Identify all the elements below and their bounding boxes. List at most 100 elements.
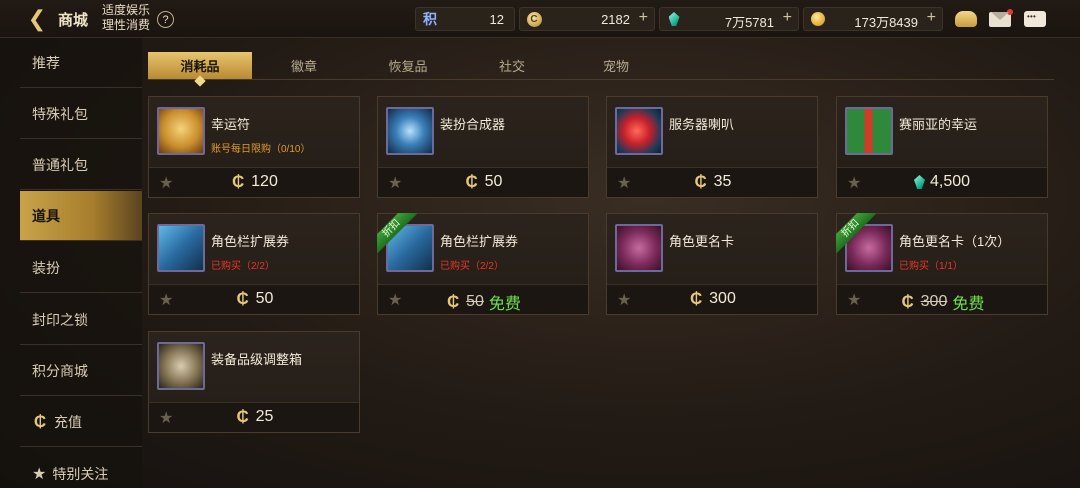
top-bar: ❮ 商城 适度娱乐 理性消费 ? 积 12 C 2182 + 7万5781 + …: [0, 0, 1080, 38]
price-value: 300: [709, 290, 736, 307]
gem-icon: [913, 175, 925, 189]
price-value: 50: [255, 290, 274, 307]
back-arrow-icon[interactable]: ❮: [24, 6, 50, 31]
sidebar-item-label: 积分商城: [32, 362, 88, 379]
c-coin-icon: ₵: [236, 407, 249, 426]
discount-label: 折扣: [836, 213, 876, 253]
discount-ribbon: 折扣: [377, 213, 417, 253]
item-price[interactable]: 4,500: [837, 173, 1047, 191]
original-price: 50: [466, 293, 484, 310]
item-name: 装备品级调整箱: [211, 352, 303, 367]
c-coin-balance: C 2182 +: [519, 7, 655, 31]
sidebar-item-points-shop[interactable]: 积分商城: [20, 346, 142, 396]
gold-value: 173万8439: [854, 15, 918, 30]
sidebar-item-seal-lock[interactable]: 封印之锁: [20, 295, 142, 345]
gem-balance: 7万5781 +: [659, 7, 799, 31]
item-name: 幸运符: [211, 117, 251, 132]
points-icon: 积: [423, 11, 437, 27]
tab-social[interactable]: 社交: [460, 52, 564, 79]
gold-coin-icon: [811, 12, 825, 26]
add-c-coin-button[interactable]: +: [639, 9, 648, 27]
c-coin-icon: ₵: [690, 289, 703, 308]
price-value: 50: [484, 173, 503, 190]
notice-line-1: 适度娱乐: [102, 3, 151, 17]
bag-icon[interactable]: [954, 8, 978, 30]
help-icon[interactable]: ?: [157, 11, 174, 28]
synthesizer-cube-icon: [386, 107, 434, 155]
points-balance: 积 12: [415, 7, 515, 31]
purchase-limit: 账号每日限购（0/10）: [211, 144, 311, 155]
item-price[interactable]: ₵ 300 免费: [837, 290, 1047, 314]
item-card-server-horn[interactable]: 服务器喇叭 ★ ₵ 35: [606, 96, 818, 198]
tab-pets[interactable]: 宠物: [564, 52, 668, 79]
sidebar-item-label: 特别关注: [52, 466, 109, 482]
item-price[interactable]: ₵ 300: [607, 289, 817, 308]
category-sidebar: 推荐 特殊礼包 普通礼包 道具 装扮 封印之锁 积分商城 ₵ 充值 ★ 特别关注: [0, 38, 142, 488]
sidebar-item-props[interactable]: 道具: [20, 191, 142, 241]
item-price[interactable]: ₵ 50: [378, 172, 588, 191]
scroll-icon: [157, 107, 205, 155]
sub-category-tabs: 消耗品 徽章 恢复品 社交 宠物: [148, 52, 1054, 80]
item-price[interactable]: ₵ 35: [607, 172, 817, 191]
item-price[interactable]: ₵ 25: [149, 407, 359, 426]
c-coin-icon: ₵: [232, 172, 245, 191]
item-card-seria-luck[interactable]: 赛丽亚的幸运 ★ 4,500: [836, 96, 1048, 198]
c-coin-icon: ₵: [33, 411, 47, 431]
sidebar-item-label: 装扮: [32, 259, 60, 276]
item-card-grade-adjust-box[interactable]: 装备品级调整箱 ★ ₵ 25: [148, 331, 360, 433]
sidebar-item-avatar[interactable]: 装扮: [20, 243, 142, 293]
sidebar-item-label: 道具: [32, 207, 60, 224]
c-coin-icon: C: [526, 11, 542, 27]
sidebar-item-normal-pack[interactable]: 普通礼包: [20, 140, 142, 190]
add-gold-button[interactable]: +: [927, 9, 936, 27]
purchase-status: 已购买（2/2）: [211, 261, 275, 272]
price-value: 35: [713, 173, 732, 190]
item-card-rename-card[interactable]: 角色更名卡 ★ ₵ 300: [606, 213, 818, 315]
tab-recovery[interactable]: 恢复品: [356, 52, 460, 79]
c-coin-icon: ₵: [465, 172, 478, 191]
tab-badges[interactable]: 徽章: [252, 52, 356, 79]
item-name: 角色栏扩展券: [440, 234, 519, 249]
sidebar-item-label: 普通礼包: [32, 156, 88, 173]
item-card-char-slot-ticket-discount[interactable]: 折扣 角色栏扩展券 已购买（2/2） ★ ₵ 50 免费: [377, 213, 589, 315]
notice-line-2: 理性消费: [102, 18, 151, 32]
gem-icon: [668, 12, 680, 26]
price-value: 25: [255, 408, 274, 425]
tab-consumables[interactable]: 消耗品: [148, 52, 252, 79]
c-coin-icon: ₵: [901, 292, 914, 311]
sidebar-item-favorites[interactable]: ★ 特别关注: [20, 449, 142, 488]
sidebar-item-recommend[interactable]: 推荐: [20, 38, 142, 88]
sidebar-item-label: 充值: [54, 413, 82, 430]
item-name: 装扮合成器: [440, 117, 506, 132]
price-value: 4,500: [929, 173, 971, 190]
purchase-status: 已购买（2/2）: [440, 261, 504, 272]
c-coin-value: 2182: [601, 12, 630, 27]
item-card-char-slot-ticket[interactable]: 角色栏扩展券 已购买（2/2） ★ ₵ 50: [148, 213, 360, 315]
item-card-rename-card-once[interactable]: 折扣 角色更名卡（1次） 已购买（1/1） ★ ₵ 300 免费: [836, 213, 1048, 315]
item-price[interactable]: ₵ 50 免费: [378, 290, 588, 314]
purchase-status: 已购买（1/1）: [899, 261, 963, 272]
sidebar-item-recharge[interactable]: ₵ 充值: [20, 397, 142, 447]
item-price[interactable]: ₵ 50: [149, 289, 359, 308]
mail-icon[interactable]: [988, 8, 1013, 30]
sidebar-item-label: 推荐: [32, 54, 60, 71]
item-name: 角色更名卡（1次）: [899, 234, 1011, 249]
item-name: 赛丽亚的幸运: [899, 117, 978, 132]
add-gem-button[interactable]: +: [783, 9, 792, 27]
star-icon: ★: [32, 466, 47, 483]
page-title: 商城: [58, 12, 89, 29]
chat-icon[interactable]: [1023, 8, 1047, 30]
item-name: 角色更名卡: [669, 234, 735, 249]
ornate-box-icon: [157, 342, 205, 390]
sidebar-item-label: 封印之锁: [32, 311, 88, 328]
notification-dot: [1007, 8, 1013, 15]
gift-box-icon: [845, 107, 893, 155]
sidebar-item-label: 特殊礼包: [32, 105, 88, 122]
gem-value: 7万5781: [724, 15, 774, 30]
sidebar-item-special-pack[interactable]: 特殊礼包: [20, 89, 142, 139]
item-card-avatar-synthesizer[interactable]: 装扮合成器 ★ ₵ 50: [377, 96, 589, 198]
item-price[interactable]: ₵ 120: [149, 172, 359, 191]
c-coin-icon: ₵: [446, 292, 460, 311]
price-value: 120: [251, 173, 278, 190]
item-card-lucky-charm[interactable]: 幸运符 账号每日限购（0/10） ★ ₵ 120: [148, 96, 360, 198]
